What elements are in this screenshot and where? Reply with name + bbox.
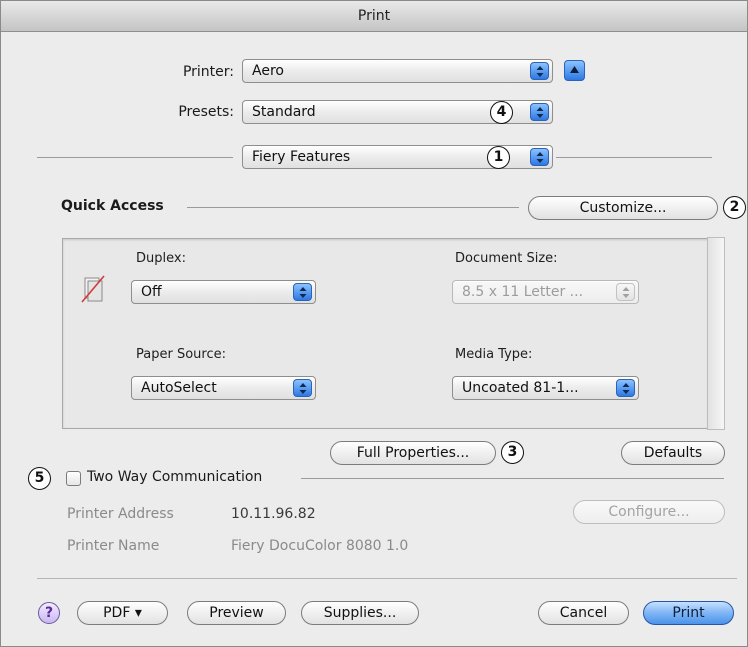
callout-2: 2 xyxy=(723,196,746,219)
pdf-button[interactable]: PDF ▾ xyxy=(77,601,168,625)
printer-value: Aero xyxy=(252,63,284,79)
quick-access-divider xyxy=(187,207,519,208)
section-value: Fiery Features xyxy=(252,149,351,165)
two-way-divider xyxy=(301,478,724,479)
presets-value: Standard xyxy=(252,104,316,120)
presets-label: Presets: xyxy=(178,104,234,120)
customize-button[interactable]: Customize... xyxy=(528,196,718,220)
paper-source-popup[interactable]: AutoSelect xyxy=(131,376,316,400)
paper-source-value: AutoSelect xyxy=(141,380,217,396)
question-mark-icon: ? xyxy=(44,605,54,621)
configure-button[interactable]: Configure... xyxy=(573,500,725,524)
help-button[interactable]: ? xyxy=(38,602,60,624)
media-type-label: Media Type: xyxy=(455,347,533,362)
print-dialog: Print Printer: Aero Presets: Standard 4 … xyxy=(0,0,748,647)
collapse-details-button[interactable] xyxy=(564,60,585,81)
window-title: Print xyxy=(1,1,747,32)
updown-arrows-icon xyxy=(293,283,312,301)
printer-label: Printer: xyxy=(182,64,234,80)
printer-popup[interactable]: Aero xyxy=(242,59,553,83)
callout-1: 1 xyxy=(487,146,510,169)
supplies-button[interactable]: Supplies... xyxy=(301,601,419,625)
media-type-popup[interactable]: Uncoated 81-1... xyxy=(452,376,639,400)
two-way-label[interactable]: Two Way Communication xyxy=(87,469,262,485)
updown-arrows-icon xyxy=(616,379,635,397)
callout-3: 3 xyxy=(501,441,524,464)
updown-arrows-icon xyxy=(530,103,549,121)
updown-arrows-icon xyxy=(616,283,635,301)
updown-arrows-icon xyxy=(530,62,549,80)
paper-source-label: Paper Source: xyxy=(136,347,226,362)
defaults-button[interactable]: Defaults xyxy=(621,441,725,465)
triangle-up-icon xyxy=(570,66,579,73)
updown-arrows-icon xyxy=(293,379,312,397)
duplex-label: Duplex: xyxy=(136,251,186,266)
media-type-value: Uncoated 81-1... xyxy=(462,380,579,396)
divider-right xyxy=(556,157,712,158)
panel-scrollbar[interactable] xyxy=(707,237,725,430)
printer-name-label: Printer Name xyxy=(67,538,160,554)
duplex-popup[interactable]: Off xyxy=(131,280,316,304)
document-size-label: Document Size: xyxy=(455,251,558,266)
preview-button[interactable]: Preview xyxy=(187,601,286,625)
print-button[interactable]: Print xyxy=(643,601,734,625)
two-way-checkbox[interactable] xyxy=(66,471,81,486)
divider-left xyxy=(37,157,233,158)
printer-address-value: 10.11.96.82 xyxy=(231,506,316,522)
quick-access-panel xyxy=(62,238,709,429)
document-size-popup[interactable]: 8.5 x 11 Letter ... xyxy=(452,280,639,304)
footer-divider xyxy=(37,578,737,579)
callout-5: 5 xyxy=(28,467,51,490)
callout-4: 4 xyxy=(490,101,513,124)
updown-arrows-icon xyxy=(530,148,549,166)
duplex-off-icon xyxy=(81,275,105,303)
document-size-value: 8.5 x 11 Letter ... xyxy=(462,284,584,300)
quick-access-title: Quick Access xyxy=(61,198,164,214)
printer-name-value: Fiery DocuColor 8080 1.0 xyxy=(231,538,409,554)
printer-address-label: Printer Address xyxy=(67,506,174,522)
duplex-value: Off xyxy=(141,284,162,300)
full-properties-button[interactable]: Full Properties... xyxy=(330,441,496,465)
cancel-button[interactable]: Cancel xyxy=(538,601,629,625)
